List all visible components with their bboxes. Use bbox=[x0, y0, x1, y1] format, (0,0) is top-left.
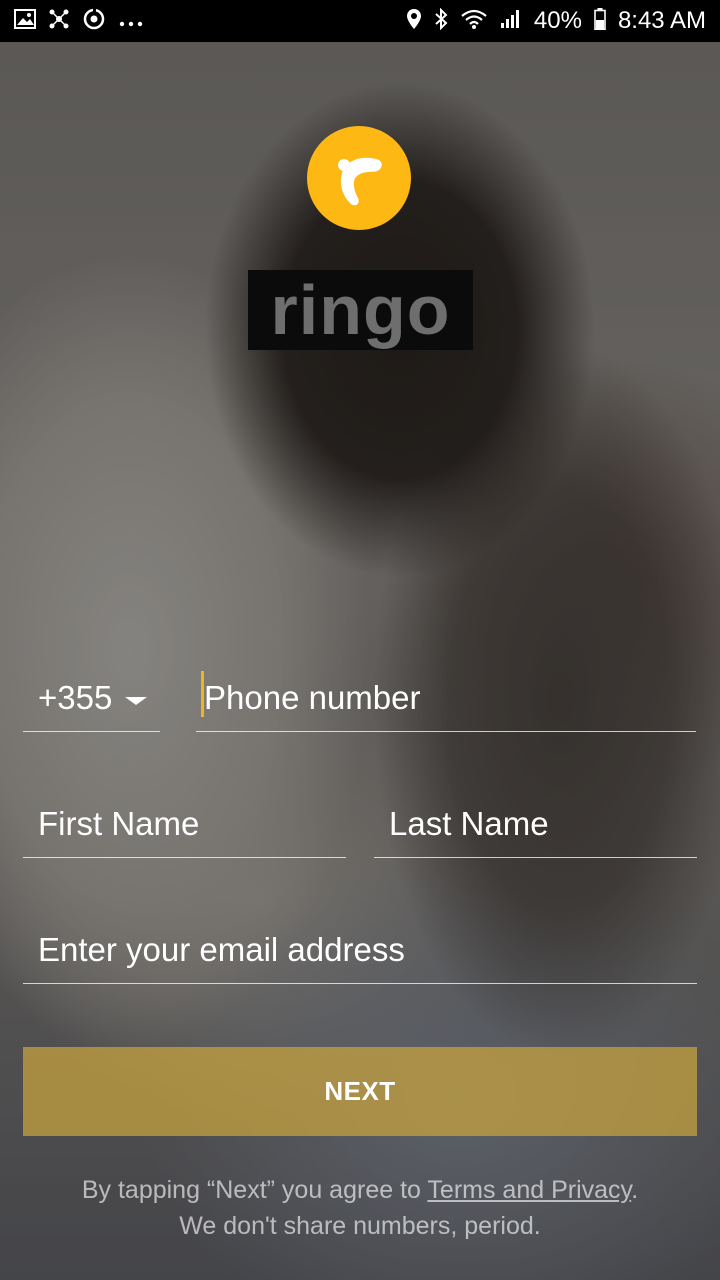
network-icon bbox=[48, 8, 70, 34]
terms-notice: By tapping “Next” you agree to Terms and… bbox=[0, 1172, 720, 1244]
location-icon bbox=[406, 8, 422, 34]
country-code-value: +355 bbox=[38, 679, 113, 716]
phone-number-placeholder: Phone number bbox=[204, 679, 421, 716]
terms-suffix: . bbox=[631, 1176, 639, 1204]
terms-prefix: By tapping “Next” you agree to bbox=[81, 1176, 428, 1204]
gallery-icon bbox=[14, 9, 36, 33]
country-code-selector[interactable]: +355 bbox=[23, 660, 160, 732]
email-input[interactable]: Enter your email address bbox=[23, 915, 697, 984]
privacy-note: We don't share numbers, period. bbox=[179, 1212, 541, 1240]
status-bar: 40% 8:43 AM bbox=[0, 0, 720, 42]
last-name-placeholder: Last Name bbox=[389, 805, 549, 842]
phone-number-input[interactable]: Phone number bbox=[196, 660, 696, 732]
sync-icon bbox=[82, 7, 106, 35]
last-name-input[interactable]: Last Name bbox=[374, 790, 697, 858]
wifi-icon bbox=[460, 8, 488, 34]
bluetooth-icon bbox=[434, 7, 448, 34]
first-name-placeholder: First Name bbox=[38, 805, 200, 842]
clock: 8:43 AM bbox=[617, 7, 706, 34]
battery-percent: 40% bbox=[533, 7, 582, 34]
chevron-down-icon bbox=[125, 697, 147, 705]
more-icon bbox=[118, 10, 144, 32]
next-button[interactable]: NEXT bbox=[23, 1047, 697, 1136]
first-name-input[interactable]: First Name bbox=[23, 790, 346, 858]
ringo-logo-icon bbox=[307, 126, 411, 230]
battery-icon bbox=[594, 8, 606, 34]
brand-wordmark: ringo bbox=[248, 270, 473, 350]
terms-privacy-link[interactable]: Terms and Privacy bbox=[427, 1176, 631, 1204]
signal-icon bbox=[500, 9, 522, 33]
email-placeholder: Enter your email address bbox=[38, 931, 405, 968]
